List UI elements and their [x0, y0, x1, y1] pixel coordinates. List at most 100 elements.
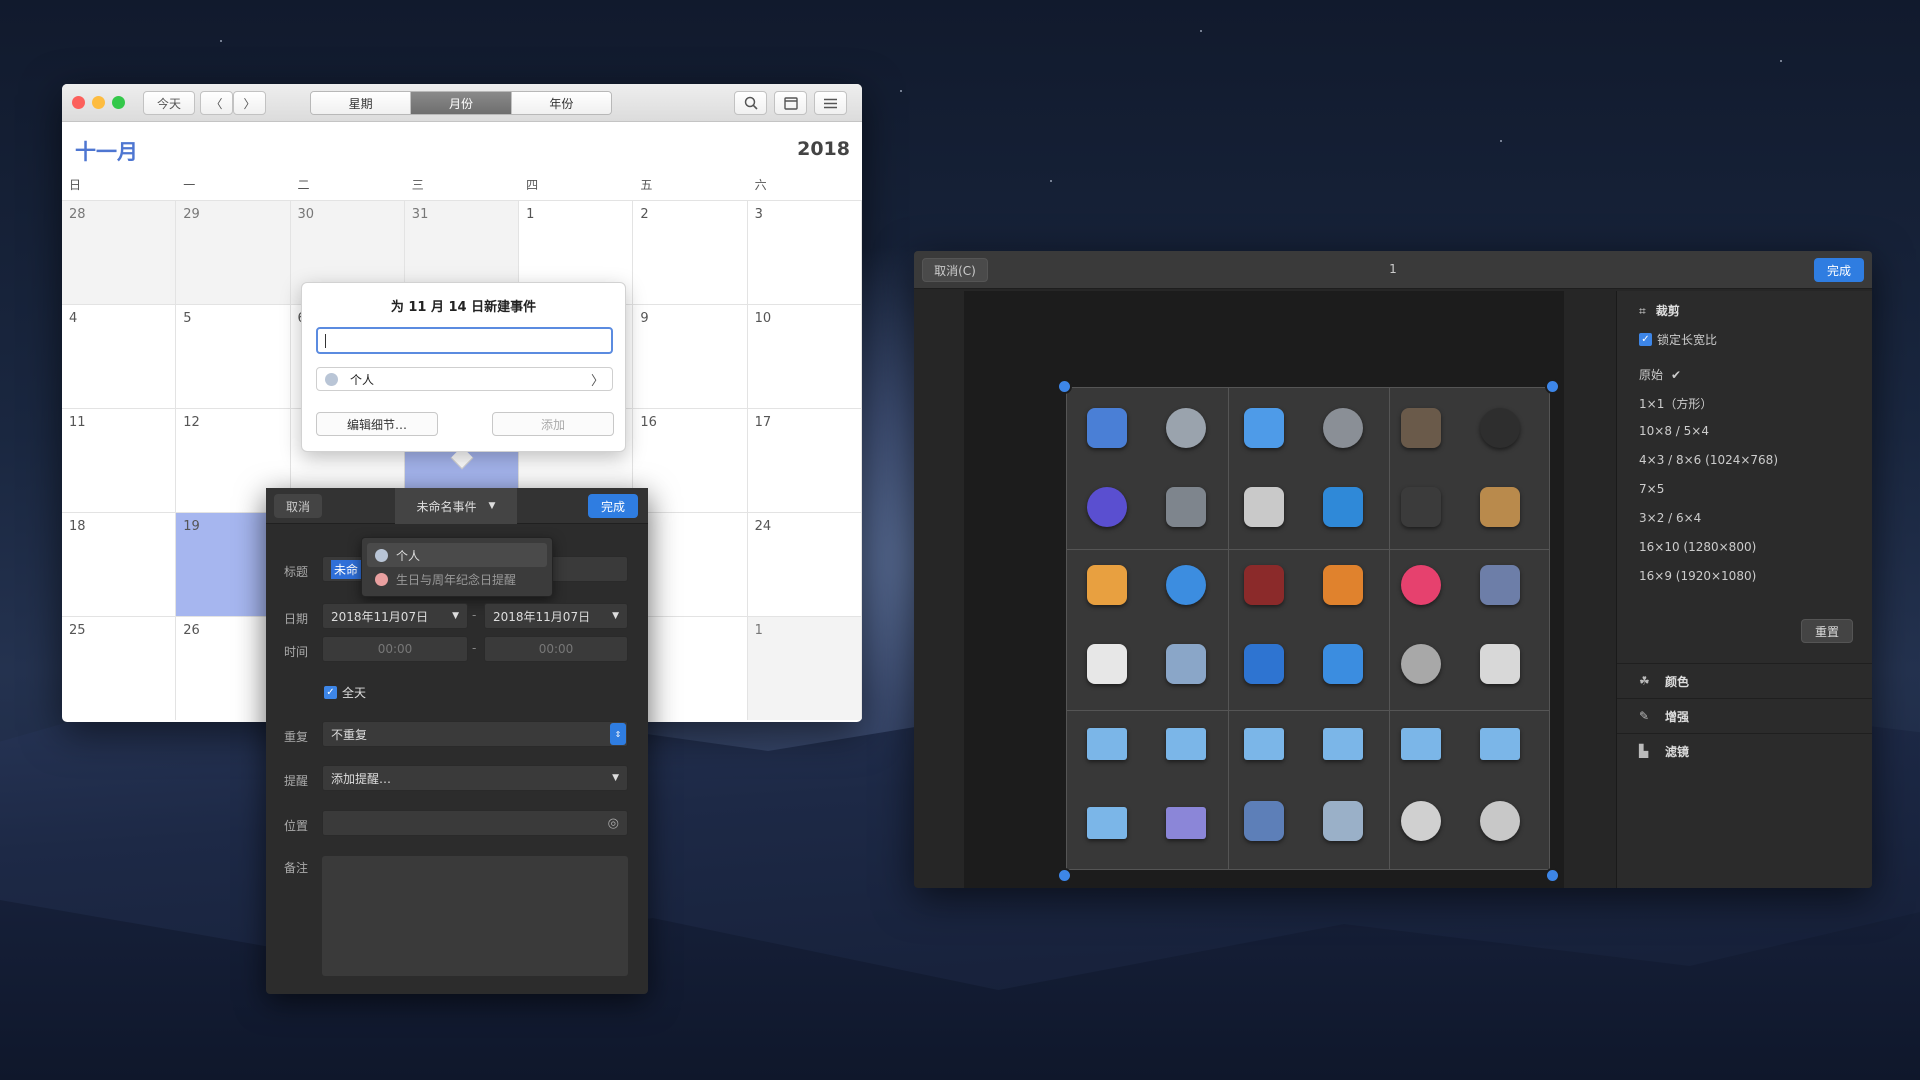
crop-handle-bottom-left[interactable] — [1057, 868, 1072, 883]
notes-textarea[interactable] — [322, 856, 628, 976]
chevron-down-icon: ▼ — [488, 501, 496, 511]
day-cell[interactable]: 2 — [633, 200, 748, 304]
aspect-option[interactable]: 7×5 — [1639, 482, 1664, 496]
aspect-option-label: 原始 — [1639, 368, 1664, 382]
calendar-color-dot — [375, 572, 388, 586]
calendar-color-dot — [325, 372, 338, 386]
day-cell[interactable]: 5 — [176, 304, 291, 408]
zoom-button[interactable] — [112, 96, 125, 109]
calendar-toggle-button[interactable] — [774, 91, 807, 115]
edit-details-button[interactable]: 编辑细节… — [316, 412, 438, 436]
tab-year[interactable]: 年份 — [511, 92, 611, 114]
end-time-field[interactable]: 00:00 — [484, 636, 628, 662]
day-cell[interactable]: 0 — [633, 616, 748, 720]
stepper-icon: ⇕ — [610, 723, 626, 745]
day-cell[interactable]: 16 — [633, 408, 748, 512]
menu-item-personal[interactable]: 个人 — [367, 543, 547, 567]
itunes-icon — [1401, 565, 1442, 606]
alert-select[interactable]: 添加提醒… ▼ — [322, 765, 628, 791]
weekday-header: 日一二三四五六 — [62, 176, 862, 193]
crop-handle-bottom-right[interactable] — [1545, 868, 1560, 883]
xcode-icon — [1480, 565, 1520, 606]
day-cell[interactable]: 9 — [633, 304, 748, 408]
section-label: 增强 — [1665, 709, 1690, 724]
folder-safari-icon — [1165, 728, 1206, 761]
year-label: 2018 — [797, 138, 850, 160]
editor-cancel-button[interactable]: 取消 — [274, 494, 322, 518]
day-cell[interactable]: 11 — [62, 408, 177, 512]
event-title-input[interactable] — [316, 327, 613, 354]
prev-month-button[interactable]: 〈 — [200, 91, 233, 115]
day-cell[interactable]: 24 — [747, 512, 862, 616]
crop-section-header[interactable]: ⌗ 裁剪 — [1639, 302, 1680, 319]
aspect-option[interactable]: 16×9 (1920×1080) — [1639, 569, 1756, 583]
crop-done-button[interactable]: 完成 — [1814, 258, 1864, 282]
search-icon — [744, 96, 758, 110]
location-input[interactable]: ◎ — [322, 810, 628, 836]
minimize-button[interactable] — [92, 96, 105, 109]
day-cell[interactable]: 1 — [747, 616, 862, 720]
folder-apps-icon — [1087, 807, 1127, 839]
chevron-right-icon: 〉 — [590, 373, 604, 389]
end-date-field[interactable]: 2018年11月07日 ▼ — [484, 603, 628, 629]
aspect-option-label: 4×3 / 8×6 (1024×768) — [1639, 453, 1778, 467]
crop-handle-top-right[interactable] — [1545, 379, 1560, 394]
date-separator: - — [472, 608, 477, 622]
aspect-option[interactable]: 10×8 / 5×4 — [1639, 424, 1709, 438]
title-label: 标题 — [284, 565, 309, 579]
section-magic-wand[interactable]: ✎ 增强 — [1617, 698, 1872, 733]
section-palette[interactable]: ☘ 颜色 — [1617, 663, 1872, 698]
event-name-dropdown[interactable]: 未命名事件 ▼ — [395, 488, 517, 524]
tab-week[interactable]: 星期 — [311, 92, 412, 114]
reset-button[interactable]: 重置 — [1801, 619, 1853, 643]
grid-line — [1067, 549, 1549, 550]
day-cell[interactable]: 18 — [62, 512, 177, 616]
end-date-value: 2018年11月07日 — [493, 609, 591, 624]
star — [1200, 30, 1202, 32]
aspect-option[interactable]: 1×1（方形） — [1639, 395, 1712, 412]
allday-checkbox[interactable]: ✓ 全天 — [324, 684, 366, 701]
day-cell[interactable]: 3 — [633, 512, 748, 616]
contacts-icon — [1480, 486, 1520, 527]
day-cell[interactable]: 17 — [747, 408, 862, 512]
aspect-option[interactable]: 3×2 / 6×4 — [1639, 511, 1701, 525]
folder-icon — [1087, 728, 1127, 761]
day-cell[interactable]: 29 — [176, 200, 291, 304]
editor-done-button[interactable]: 完成 — [588, 494, 638, 518]
new-event-popover: 为 11 月 14 日新建事件 个人 〉 编辑细节… 添加 — [301, 282, 626, 452]
location-target-icon[interactable]: ◎ — [608, 816, 619, 831]
today-button[interactable]: 今天 — [143, 91, 195, 115]
aspect-option[interactable]: 16×10 (1280×800) — [1639, 540, 1756, 554]
day-cell[interactable]: 25 — [62, 616, 177, 720]
day-cell[interactable]: 4 — [62, 304, 177, 408]
repeat-value: 不重复 — [331, 727, 368, 742]
section-chart[interactable]: ▙ 滤镜 — [1617, 733, 1872, 768]
aspect-option-label: 7×5 — [1639, 482, 1665, 496]
notes-label: 备注 — [284, 861, 309, 875]
add-button[interactable]: 添加 — [492, 412, 614, 436]
day-cell[interactable]: 10 — [747, 304, 862, 408]
list-button[interactable] — [814, 91, 847, 115]
chevron-down-icon: ▼ — [612, 773, 619, 783]
start-date-field[interactable]: 2018年11月07日 ▼ — [322, 603, 468, 629]
folder-music-icon — [1244, 728, 1285, 761]
textedit-icon — [1087, 408, 1127, 448]
weekday-label: 三 — [411, 178, 424, 192]
start-time-field[interactable]: 00:00 — [322, 636, 468, 662]
repeat-select[interactable]: 不重复 ⇕ — [322, 721, 628, 747]
home-icon — [1165, 408, 1206, 448]
day-cell[interactable]: 28 — [62, 200, 177, 304]
calendar-color-dot — [375, 548, 388, 562]
close-button[interactable] — [72, 96, 85, 109]
aspect-option[interactable]: 4×3 / 8×6 (1024×768) — [1639, 453, 1778, 467]
crop-handle-top-left[interactable] — [1057, 379, 1072, 394]
calendar-menu: 个人 生日与周年纪念日提醒 — [361, 537, 553, 597]
lock-ratio-checkbox[interactable]: ✓ 锁定长宽比 — [1639, 331, 1717, 348]
search-button[interactable] — [734, 91, 767, 115]
aspect-option[interactable]: 原始 ✔ — [1639, 366, 1681, 383]
calendar-selector[interactable]: 个人 〉 — [316, 367, 613, 391]
next-month-button[interactable]: 〉 — [233, 91, 266, 115]
menu-item-birthdays[interactable]: 生日与周年纪念日提醒 — [367, 567, 547, 591]
day-cell[interactable]: 3 — [747, 200, 862, 304]
tab-month[interactable]: 月份 — [411, 92, 512, 114]
